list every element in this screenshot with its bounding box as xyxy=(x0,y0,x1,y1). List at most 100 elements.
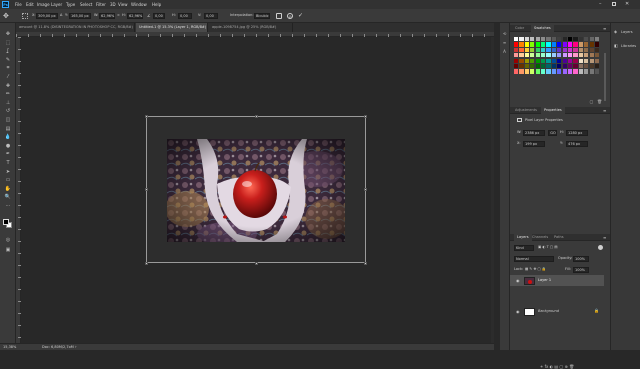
path-select-tool-icon[interactable]: ➤ xyxy=(4,169,12,175)
swatch[interactable] xyxy=(568,53,573,58)
swatch[interactable] xyxy=(535,69,540,74)
tab-apple[interactable]: apple-1098754.jpg @ 25% (RGB/8#) xyxy=(209,23,293,32)
swatch[interactable] xyxy=(595,47,600,53)
skew-h-field[interactable]: 0,00 xyxy=(178,13,192,19)
swatch[interactable] xyxy=(514,64,519,69)
transform-handle[interactable] xyxy=(255,115,258,118)
menu-filter[interactable]: Filter xyxy=(96,2,106,7)
opacity-field[interactable]: 100% xyxy=(573,256,589,262)
swatch[interactable] xyxy=(578,53,584,58)
swatch[interactable] xyxy=(541,58,546,63)
swatch[interactable] xyxy=(524,42,530,47)
filter-toggle[interactable] xyxy=(598,245,603,250)
swatch[interactable] xyxy=(530,42,535,47)
swatch[interactable] xyxy=(568,64,573,69)
swatch[interactable] xyxy=(530,37,535,42)
swatch[interactable] xyxy=(524,47,530,53)
more-tools-icon[interactable]: ⋯ xyxy=(4,203,12,209)
swatch[interactable] xyxy=(584,58,589,63)
tab-swatches[interactable]: Swatches xyxy=(531,25,554,32)
swatch[interactable] xyxy=(595,37,600,42)
tab-paths[interactable]: Paths xyxy=(554,234,564,241)
menu-type[interactable]: Type xyxy=(66,2,75,7)
quick-select-tool-icon[interactable]: ✎ xyxy=(4,57,12,63)
swatch[interactable] xyxy=(557,47,562,53)
tab-untitled-1[interactable]: Untitled-1 @ 15.3% (Layer 1, RGB/8#) xyxy=(136,23,208,32)
eye-icon[interactable]: ◉ xyxy=(516,278,520,283)
swatch[interactable] xyxy=(514,58,519,63)
swatch[interactable] xyxy=(589,64,594,69)
swatch[interactable] xyxy=(546,64,551,69)
scale-h-field[interactable]: 62,96% xyxy=(127,13,143,19)
swatch[interactable] xyxy=(546,42,551,47)
swatch[interactable] xyxy=(578,69,584,74)
dodge-tool-icon[interactable]: ● xyxy=(4,143,12,149)
swatch[interactable] xyxy=(530,64,535,69)
reference-point-icon[interactable] xyxy=(22,13,28,19)
swatch[interactable] xyxy=(584,53,589,58)
crop-tool-icon[interactable]: ⌗ xyxy=(4,65,12,71)
tab-color[interactable]: Color xyxy=(515,25,524,32)
swatch[interactable] xyxy=(546,53,551,58)
swatch[interactable] xyxy=(541,69,546,74)
menu-layer[interactable]: Layer xyxy=(51,2,62,7)
swatch[interactable] xyxy=(530,69,535,74)
swatch[interactable] xyxy=(562,58,567,63)
gradient-tool-icon[interactable]: ▤ xyxy=(4,126,12,132)
swatch[interactable] xyxy=(595,69,600,74)
blend-mode-select[interactable]: Normal xyxy=(514,256,554,262)
marquee-tool-icon[interactable]: ⬚ xyxy=(4,40,12,46)
link-toggle[interactable]: GO xyxy=(548,130,557,136)
swatch[interactable] xyxy=(541,47,546,53)
transform-handle[interactable] xyxy=(255,262,258,265)
swatch[interactable] xyxy=(578,47,584,53)
w-field[interactable]: 309,00 px xyxy=(36,13,58,19)
transform-handle[interactable] xyxy=(364,262,367,265)
swatch[interactable] xyxy=(589,58,594,63)
eye-icon[interactable]: ◉ xyxy=(516,309,520,314)
swatch[interactable] xyxy=(562,69,567,74)
swatch[interactable] xyxy=(595,53,600,58)
scale-w-field[interactable]: 62,96% xyxy=(99,13,115,19)
menu-image[interactable]: Image xyxy=(37,2,50,7)
transform-handle[interactable] xyxy=(364,115,367,118)
swatch[interactable] xyxy=(546,37,551,42)
layer-row-background[interactable]: ◉ Background 🔒 xyxy=(510,306,604,317)
transform-handle[interactable] xyxy=(145,188,148,191)
close-icon[interactable]: ✕ xyxy=(625,1,629,7)
transform-handle[interactable] xyxy=(145,115,148,118)
character-icon[interactable]: A xyxy=(502,49,507,54)
zoom-level[interactable]: 15,38% xyxy=(3,345,16,350)
angle-field[interactable]: 0,00 xyxy=(153,13,165,19)
fill-field[interactable]: 100% xyxy=(573,267,589,273)
swatch[interactable] xyxy=(589,53,594,58)
properties-x-field[interactable]: 199 px xyxy=(523,141,545,147)
properties-y-field[interactable]: 476 px xyxy=(566,141,588,147)
cancel-icon[interactable]: ⊘ xyxy=(287,13,293,19)
swatch[interactable] xyxy=(514,37,519,42)
swatch[interactable] xyxy=(519,64,524,69)
swatch[interactable] xyxy=(514,53,519,58)
layer-row-layer-1[interactable]: ◉ Layer 1 xyxy=(510,275,604,286)
swatch[interactable] xyxy=(551,64,557,69)
filter-icons[interactable]: ▣ ◐ T ▢ ▤ xyxy=(538,245,558,250)
swatch[interactable] xyxy=(595,42,600,47)
swatch[interactable] xyxy=(541,37,546,42)
swatch[interactable] xyxy=(568,42,573,47)
swatch[interactable] xyxy=(551,37,557,42)
menu-edit[interactable]: Edit xyxy=(26,2,34,7)
eyedropper-tool-icon[interactable]: ⁄ xyxy=(4,74,12,80)
swatch[interactable] xyxy=(562,64,567,69)
swatch[interactable] xyxy=(535,37,540,42)
swatch[interactable] xyxy=(573,42,578,47)
panel-menu-icon[interactable]: ≡ xyxy=(603,108,606,113)
swatch[interactable] xyxy=(541,53,546,58)
history-icon[interactable]: ⟲ xyxy=(502,31,507,36)
clone-stamp-tool-icon[interactable]: ⊥ xyxy=(4,100,12,106)
move-tool-icon[interactable]: ✥ xyxy=(4,31,12,37)
tab-layers[interactable]: Layers xyxy=(514,234,532,241)
swatch[interactable] xyxy=(519,42,524,47)
swatch[interactable] xyxy=(530,58,535,63)
minimize-icon[interactable]: – xyxy=(599,2,602,7)
pen-tool-icon[interactable]: ✒ xyxy=(4,151,12,157)
